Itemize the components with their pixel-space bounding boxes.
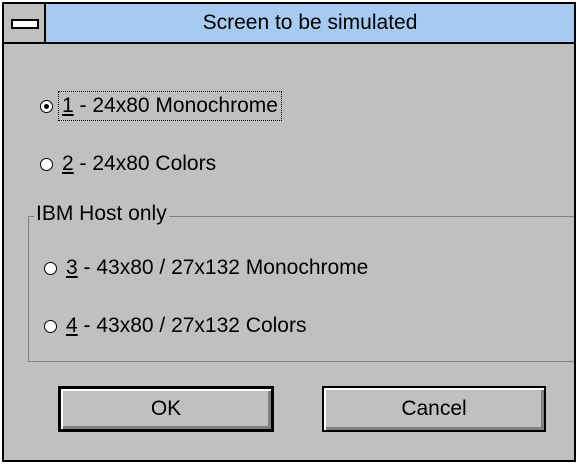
radio-option-1-label: 1 - 24x80 Monochrome xyxy=(58,91,282,121)
radio-unselected-icon xyxy=(44,261,57,275)
radio-option-1-text: - 24x80 Monochrome xyxy=(73,94,278,117)
radio-option-1[interactable]: 1 - 24x80 Monochrome xyxy=(40,91,282,121)
ok-button[interactable]: OK xyxy=(58,386,274,432)
radio-option-2[interactable]: 2 - 24x80 Colors xyxy=(40,150,219,178)
radio-option-3-label: 3 - 43x80 / 27x132 Monochrome xyxy=(63,254,371,282)
radio-unselected-icon xyxy=(40,157,53,171)
radio-option-4-mnemonic: 4 xyxy=(66,314,78,337)
radio-option-1-mnemonic: 1 xyxy=(62,94,74,117)
radio-option-4-text: - 43x80 / 27x132 Colors xyxy=(77,314,307,337)
radio-option-2-text: - 24x80 Colors xyxy=(73,152,217,175)
radio-option-2-mnemonic: 2 xyxy=(62,152,74,175)
cancel-button[interactable]: Cancel xyxy=(322,386,546,432)
radio-option-4-label: 4 - 43x80 / 27x132 Colors xyxy=(63,312,309,340)
radio-unselected-icon xyxy=(44,319,57,333)
radio-selected-icon xyxy=(40,99,53,113)
title-bar: Screen to be simulated xyxy=(4,4,574,44)
radio-option-4[interactable]: 4 - 43x80 / 27x132 Colors xyxy=(44,312,309,340)
radio-option-3[interactable]: 3 - 43x80 / 27x132 Monochrome xyxy=(44,254,371,282)
dialog-title: Screen to be simulated xyxy=(202,11,418,34)
system-menu-button[interactable] xyxy=(4,4,46,42)
ibm-host-group xyxy=(28,216,574,362)
radio-option-3-text: - 43x80 / 27x132 Monochrome xyxy=(77,256,369,279)
radio-option-3-mnemonic: 3 xyxy=(66,256,78,279)
radio-option-2-label: 2 - 24x80 Colors xyxy=(59,150,219,178)
group-label: IBM Host only xyxy=(34,202,169,226)
system-menu-icon xyxy=(11,19,39,29)
simulation-dialog: Screen to be simulated 1 - 24x80 Monochr… xyxy=(2,2,576,462)
